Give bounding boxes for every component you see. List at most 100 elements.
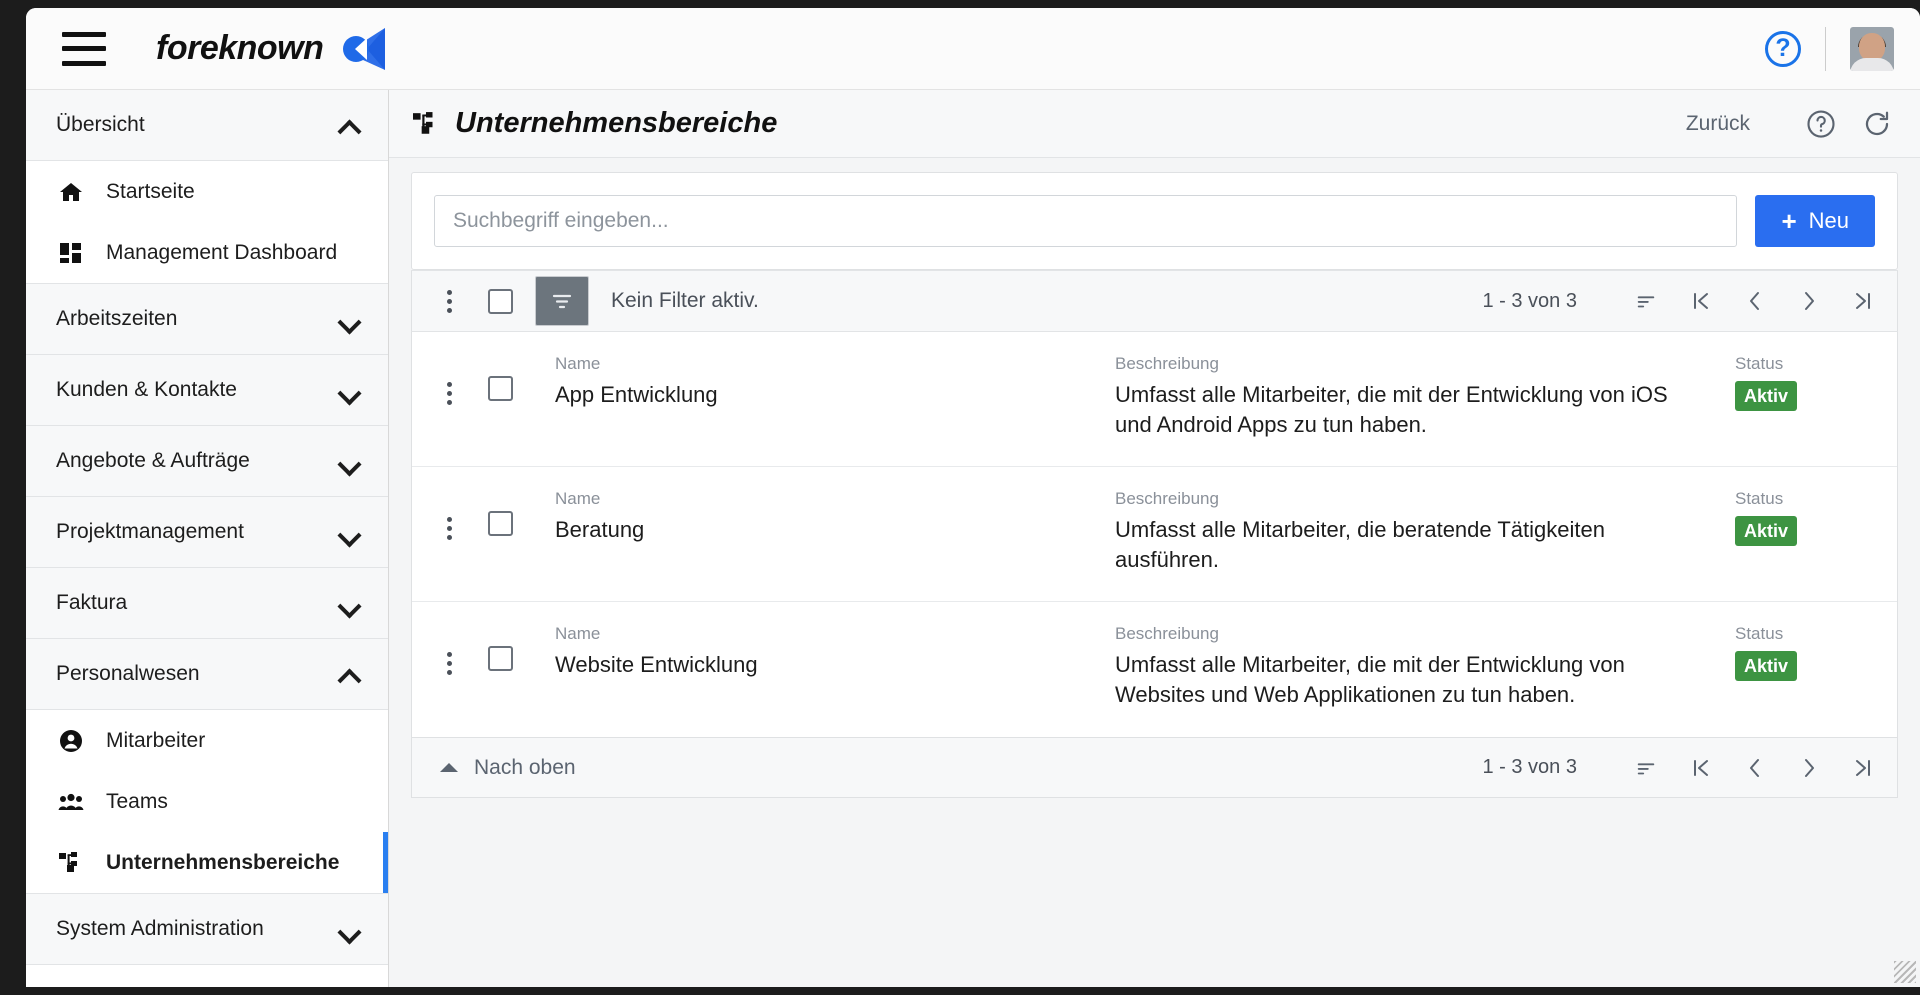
status-badge: Aktiv (1735, 381, 1798, 412)
list-footer: Nach oben 1 - 3 von 3 (411, 738, 1898, 798)
cell-status: Status Aktiv (1735, 624, 1875, 682)
sidebar-group-kunden-kontakte[interactable]: Kunden & Kontakte (26, 355, 388, 426)
cell-value-name: Beratung (555, 517, 645, 542)
foreknown-logo-icon (343, 27, 386, 70)
cell-description: Beschreibung Umfasst alle Mitarbeiter, d… (1115, 624, 1695, 710)
sidebar-group-label: Faktura (56, 591, 128, 614)
chevron-up-icon (340, 668, 360, 680)
content-filler (389, 798, 1920, 987)
new-button[interactable]: + Neu (1755, 195, 1875, 247)
row-checkbox[interactable] (488, 511, 513, 536)
sidebar-item-management-dashboard[interactable]: Management Dashboard (26, 222, 388, 283)
search-input[interactable] (434, 195, 1738, 247)
filter-funnel-icon[interactable] (535, 276, 589, 326)
org-units-icon (58, 850, 84, 876)
table-row[interactable]: Name Beratung Beschreibung Umfasst alle … (412, 467, 1897, 602)
cell-description: Beschreibung Umfasst alle Mitarbeiter, d… (1115, 489, 1695, 575)
table-row[interactable]: Name App Entwicklung Beschreibung Umfass… (412, 332, 1897, 467)
sidebar-group-faktura[interactable]: Faktura (26, 568, 388, 639)
help-icon-label: ? (1775, 34, 1791, 62)
caret-up-icon (440, 763, 458, 772)
row-more-vertical-icon[interactable] (434, 646, 464, 680)
column-header-name: Name (555, 489, 601, 508)
avatar[interactable] (1850, 26, 1894, 71)
column-header-description: Beschreibung (1115, 354, 1219, 373)
cell-status: Status Aktiv (1735, 489, 1875, 547)
sidebar-item-label: Startseite (106, 179, 195, 203)
page-header: Unternehmensbereiche Zurück (389, 90, 1920, 158)
prev-page-icon[interactable] (1743, 289, 1767, 313)
sidebar-item-label: Teams (106, 789, 168, 813)
sidebar-subgroup-uebersicht: Startseite Management Dashboard (26, 161, 388, 284)
sidebar-group-personalwesen[interactable]: Personalwesen (26, 639, 388, 710)
next-page-icon[interactable] (1797, 289, 1821, 313)
sidebar-group-projektmanagement[interactable]: Projektmanagement (26, 497, 388, 568)
plus-icon: + (1781, 206, 1797, 236)
search-row: + Neu (412, 173, 1897, 269)
scroll-to-top-label: Nach oben (474, 755, 576, 779)
sidebar-item-label: Mitarbeiter (106, 728, 206, 752)
first-page-icon[interactable] (1689, 756, 1713, 780)
status-badge-wrap: Aktiv (1735, 515, 1875, 547)
chevron-up-icon (340, 119, 360, 131)
back-button[interactable]: Zurück (1686, 112, 1750, 136)
last-page-icon[interactable] (1851, 756, 1875, 780)
refresh-icon[interactable] (1862, 109, 1892, 139)
row-more-vertical-icon[interactable] (434, 511, 464, 545)
help-circle-icon[interactable] (1806, 109, 1836, 139)
first-page-icon[interactable] (1689, 289, 1713, 313)
people-group-icon (58, 789, 84, 815)
sort-icon[interactable] (1633, 757, 1659, 779)
chevron-down-icon (340, 923, 360, 935)
top-bar: foreknown ? (26, 8, 1920, 90)
topbar-divider (1825, 26, 1826, 71)
sidebar-group-label: Personalwesen (56, 662, 200, 685)
table-row[interactable]: Name Website Entwicklung Beschreibung Um… (412, 602, 1897, 737)
hamburger-menu-icon[interactable] (62, 31, 106, 66)
cell-value-name: Website Entwicklung (555, 652, 758, 677)
last-page-icon[interactable] (1851, 289, 1875, 313)
status-badge: Aktiv (1735, 516, 1798, 547)
search-panel: + Neu (411, 172, 1898, 270)
home-icon (58, 179, 84, 205)
brand[interactable]: foreknown (156, 26, 389, 72)
row-checkbox[interactable] (488, 376, 513, 401)
cell-name: Name Website Entwicklung (555, 624, 1115, 680)
sidebar-group-system-administration[interactable]: System Administration (26, 894, 388, 965)
chevron-down-icon (340, 526, 360, 538)
list-toolbar: Kein Filter aktiv. 1 - 3 von 3 (411, 270, 1898, 332)
app-window: foreknown ? Übersicht Startseite Managem… (26, 8, 1920, 987)
sidebar-subgroup-personalwesen: Mitarbeiter Teams Unternehmensbereiche (26, 710, 388, 894)
dashboard-icon (58, 240, 84, 266)
sidebar-group-angebote-auftraege[interactable]: Angebote & Aufträge (26, 426, 388, 497)
sidebar-item-unternehmensbereiche[interactable]: Unternehmensbereiche (26, 832, 388, 893)
chevron-down-icon (340, 313, 360, 325)
next-page-icon[interactable] (1797, 756, 1821, 780)
column-header-name: Name (555, 354, 601, 373)
help-circle-icon[interactable]: ? (1765, 30, 1801, 67)
row-more-vertical-icon[interactable] (434, 376, 464, 410)
cell-value-description: Umfasst alle Mitarbeiter, die mit der En… (1115, 382, 1668, 437)
prev-page-icon[interactable] (1743, 756, 1767, 780)
new-button-label: Neu (1808, 208, 1849, 233)
data-table: Name App Entwicklung Beschreibung Umfass… (411, 332, 1898, 738)
sidebar-item-startseite[interactable]: Startseite (26, 161, 388, 222)
column-header-description: Beschreibung (1115, 624, 1219, 643)
status-badge-wrap: Aktiv (1735, 380, 1875, 412)
sidebar-item-label: Unternehmensbereiche (106, 850, 340, 874)
row-checkbox[interactable] (488, 646, 513, 671)
column-header-status: Status (1735, 354, 1784, 373)
sort-icon[interactable] (1633, 290, 1659, 312)
cell-description: Beschreibung Umfasst alle Mitarbeiter, d… (1115, 354, 1695, 440)
select-all-checkbox[interactable] (488, 288, 513, 314)
sidebar-group-arbeitszeiten[interactable]: Arbeitszeiten (26, 284, 388, 355)
sidebar-item-mitarbeiter[interactable]: Mitarbeiter (26, 710, 388, 771)
sidebar-group-uebersicht[interactable]: Übersicht (26, 90, 388, 161)
sidebar-group-label: System Administration (56, 917, 264, 940)
sidebar-item-teams[interactable]: Teams (26, 771, 388, 832)
scroll-to-top-button[interactable]: Nach oben (440, 756, 576, 780)
org-units-icon (413, 111, 439, 137)
cell-value-description: Umfasst alle Mitarbeiter, die beratende … (1115, 517, 1605, 572)
more-vertical-icon[interactable] (434, 284, 464, 318)
chevron-down-icon (340, 597, 360, 609)
